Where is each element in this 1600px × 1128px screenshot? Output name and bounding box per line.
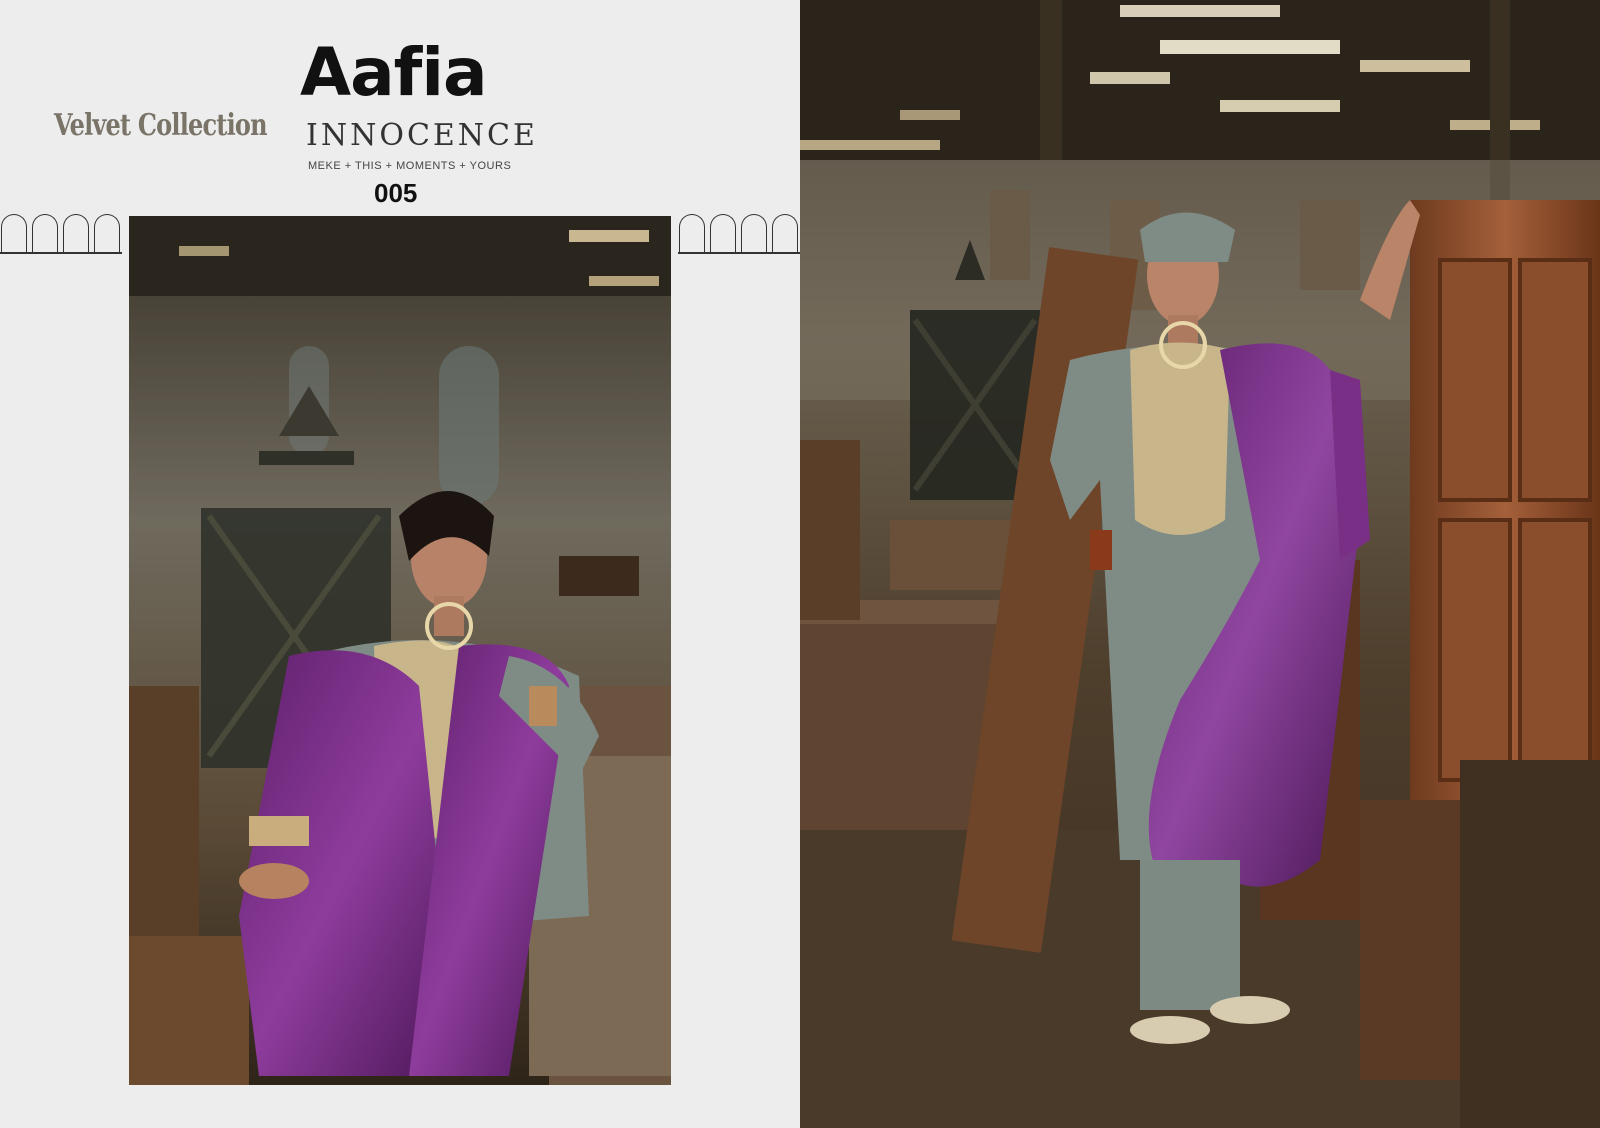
arch-ornament — [710, 214, 736, 252]
brand-name: Aafia — [300, 34, 487, 111]
standing-model-photo — [800, 0, 1600, 1128]
left-panel: Velvet Collection Aafia INNOCENCE MEKE +… — [0, 0, 800, 1128]
collection-subtitle: Velvet Collection — [54, 108, 268, 143]
arch-ornament — [741, 214, 767, 252]
arch-baseline — [678, 252, 800, 254]
arch-ornament — [1, 214, 27, 252]
arch-baseline — [0, 252, 122, 254]
arch-ornament — [679, 214, 705, 252]
tagline: MEKE + THIS + MOMENTS + YOURS — [308, 160, 512, 172]
arch-ornament — [63, 214, 89, 252]
arch-ornament — [94, 214, 120, 252]
arch-ornament — [32, 214, 58, 252]
seated-model-photo — [129, 216, 671, 1085]
design-number: 005 — [374, 178, 418, 208]
series-name: INNOCENCE — [306, 118, 538, 153]
arch-ornament — [772, 214, 798, 252]
